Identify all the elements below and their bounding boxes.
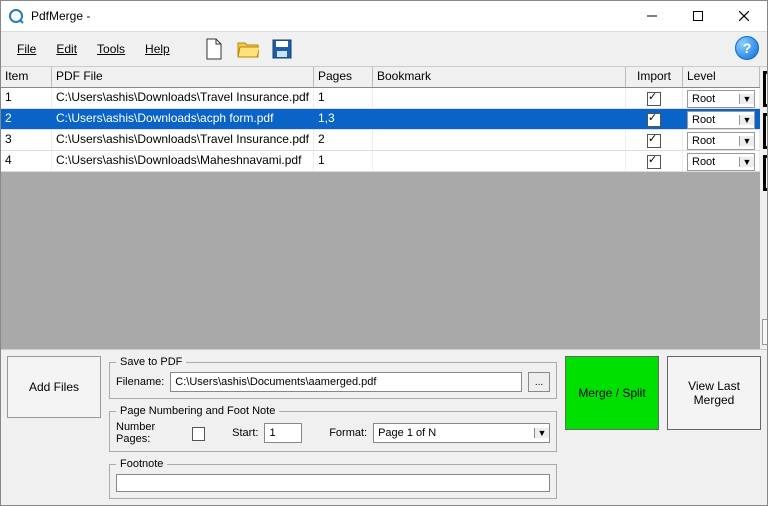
page-numbering-legend: Page Numbering and Foot Note [116,405,279,417]
cell-pages: 2 [314,130,373,150]
cell-import [626,109,683,129]
cell-item: 1 [1,88,52,108]
footnote-input[interactable] [116,474,550,492]
browse-button[interactable]: ... [528,372,550,392]
cell-file: C:\Users\ashis\Downloads\Travel Insuranc… [52,88,314,108]
cell-import [626,88,683,108]
delete-button[interactable] [763,155,767,191]
number-pages-label: Number Pages: [116,421,186,445]
cell-level: Root▼ [683,109,760,129]
move-up-button[interactable] [763,71,767,107]
merge-split-button[interactable]: Merge / Split [565,356,659,430]
table-row[interactable]: 4C:\Users\ashis\Downloads\Maheshnavami.p… [1,151,760,172]
header-item[interactable]: Item [1,67,52,87]
file-grid[interactable]: Item PDF File Pages Bookmark Import Leve… [1,67,760,349]
chevron-down-icon: ▼ [739,157,754,167]
grid-header: Item PDF File Pages Bookmark Import Leve… [1,67,760,88]
title-bar: PdfMerge - [1,1,767,32]
chevron-down-icon: ▼ [739,94,754,104]
filename-label: Filename: [116,376,164,388]
app-window: PdfMerge - File Edit Tools Help ? Item P… [0,0,768,506]
menu-edit[interactable]: Edit [48,39,85,59]
new-file-icon[interactable] [202,37,226,61]
minimize-button[interactable] [629,1,675,31]
import-checkbox[interactable] [647,92,661,106]
level-select[interactable]: Root▼ [687,90,755,108]
main-area: Item PDF File Pages Bookmark Import Leve… [1,67,767,505]
level-select[interactable]: Root▼ [687,132,755,150]
header-pdf-file[interactable]: PDF File [52,67,314,87]
cell-bookmark [373,130,626,150]
cell-level: Root▼ [683,151,760,171]
menu-tools[interactable]: Tools [89,39,133,59]
cell-import [626,151,683,171]
page-numbering-group: Page Numbering and Foot Note Number Page… [109,405,557,452]
close-button[interactable] [721,1,767,31]
chevron-down-icon: ▼ [739,136,754,146]
level-select[interactable]: Root▼ [687,153,755,171]
start-input[interactable] [264,423,302,443]
chevron-down-icon: ▼ [739,115,754,125]
side-buttons: View [760,67,767,349]
table-row[interactable]: 2C:\Users\ashis\Downloads\acph form.pdf1… [1,109,760,130]
cell-level: Root▼ [683,88,760,108]
menu-file[interactable]: File [9,39,44,59]
maximize-button[interactable] [675,1,721,31]
cell-bookmark [373,151,626,171]
header-bookmark[interactable]: Bookmark [373,67,626,87]
cell-pages: 1,3 [314,109,373,129]
window-title: PdfMerge - [31,9,90,23]
save-to-pdf-group: Save to PDF Filename: ... [109,356,557,399]
table-row[interactable]: 3C:\Users\ashis\Downloads\Travel Insuran… [1,130,760,151]
header-pages[interactable]: Pages [314,67,373,87]
start-label: Start: [232,427,258,439]
header-import[interactable]: Import [626,67,683,87]
menu-bar: File Edit Tools Help ? [1,32,767,67]
save-icon[interactable] [270,37,294,61]
cell-pages: 1 [314,151,373,171]
cell-file: C:\Users\ashis\Downloads\Travel Insuranc… [52,130,314,150]
view-button[interactable]: View [762,319,767,345]
move-down-button[interactable] [763,113,767,149]
footnote-legend: Footnote [116,458,167,470]
open-folder-icon[interactable] [236,37,260,61]
cell-item: 2 [1,109,52,129]
save-to-pdf-legend: Save to PDF [116,356,186,368]
import-checkbox[interactable] [647,155,661,169]
footnote-group: Footnote [109,458,557,499]
table-row[interactable]: 1C:\Users\ashis\Downloads\Travel Insuran… [1,88,760,109]
view-last-merged-button[interactable]: View Last Merged [667,356,761,430]
cell-bookmark [373,88,626,108]
cell-file: C:\Users\ashis\Downloads\Maheshnavami.pd… [52,151,314,171]
menu-help[interactable]: Help [137,39,178,59]
cell-level: Root▼ [683,130,760,150]
cell-pages: 1 [314,88,373,108]
filename-input[interactable] [170,372,522,392]
cell-import [626,130,683,150]
format-select[interactable]: Page 1 of N▼ [373,423,550,443]
app-icon [7,7,25,25]
import-checkbox[interactable] [647,134,661,148]
cell-file: C:\Users\ashis\Downloads\acph form.pdf [52,109,314,129]
level-select[interactable]: Root▼ [687,111,755,129]
help-icon[interactable]: ? [735,36,759,60]
import-checkbox[interactable] [647,113,661,127]
cell-item: 4 [1,151,52,171]
number-pages-checkbox[interactable] [192,427,205,441]
format-label: Format: [329,427,367,439]
add-files-button[interactable]: Add Files [7,356,101,418]
cell-bookmark [373,109,626,129]
cell-item: 3 [1,130,52,150]
header-level[interactable]: Level [683,67,760,87]
bottom-panel: Add Files Save to PDF Filename: ... Page… [1,349,767,505]
chevron-down-icon: ▼ [534,428,549,438]
